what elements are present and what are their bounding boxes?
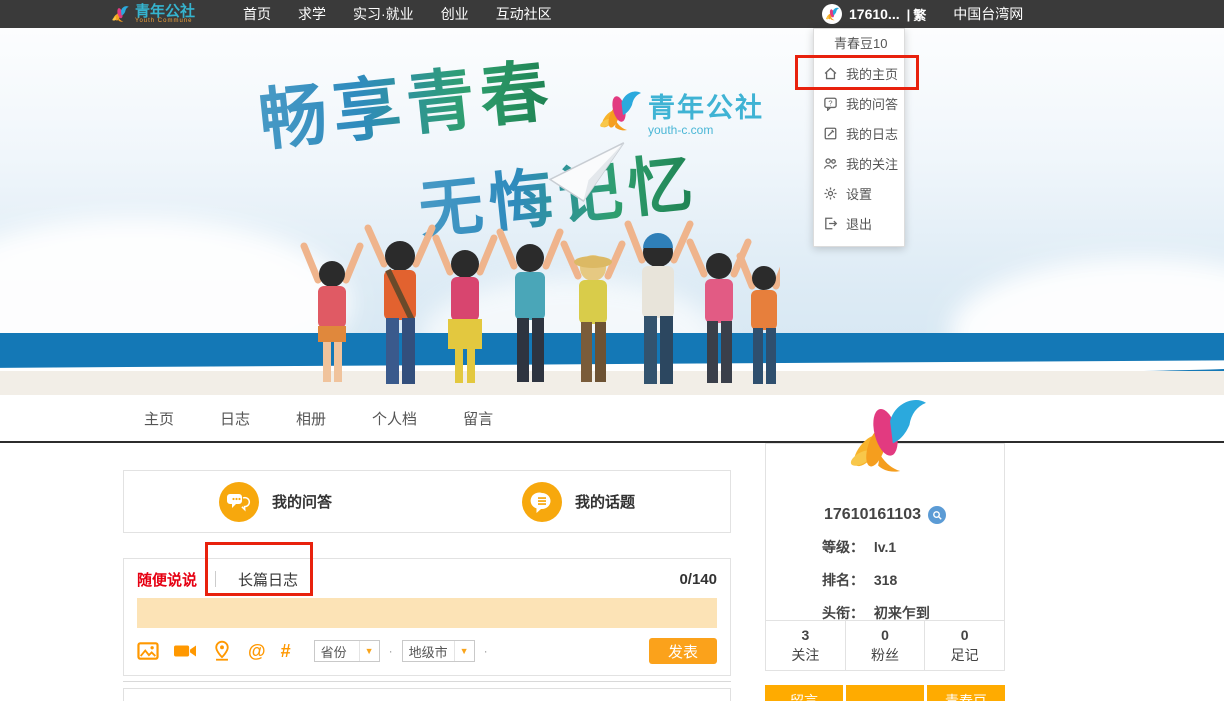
traditional-chinese-toggle[interactable]: 繁: [913, 5, 926, 24]
composer-tab-casual[interactable]: 随便说说: [137, 569, 197, 590]
banner-brand-logo: 青年公社 youth-c.com: [594, 86, 764, 137]
nav-item-community[interactable]: 互动社区: [496, 4, 552, 24]
chevron-down-icon: ▼: [454, 641, 474, 661]
province-select[interactable]: 省份 ▼: [314, 640, 380, 662]
avatar-bird-icon: [824, 6, 840, 22]
topbar-username[interactable]: 17610...: [849, 6, 900, 22]
message-board-button[interactable]: 留言: [765, 685, 843, 701]
location-icon[interactable]: [211, 640, 233, 662]
tab-profile-file[interactable]: 个人档: [372, 408, 417, 429]
level-row: 等级： lv.1: [766, 537, 1004, 557]
publish-button[interactable]: 发表: [649, 638, 717, 664]
journal-icon: [823, 126, 838, 141]
lang-separator: |: [907, 7, 911, 22]
menu-item-settings[interactable]: 设置: [814, 178, 904, 208]
annotation-box-long-journal: [205, 542, 313, 596]
feature-links-card: 我的问答 我的话题: [123, 470, 731, 533]
user-avatar[interactable]: [822, 4, 842, 24]
banner-logo-domain: youth-c.com: [648, 123, 764, 137]
nav-item-internship-jobs[interactable]: 实习·就业: [353, 4, 414, 24]
my-topics-link[interactable]: 我的话题: [427, 471, 730, 532]
composer-toolbar: @ # 省份 ▼ · 地级市 ▼ · 发表: [137, 638, 717, 664]
annotation-box-my-homepage: [795, 55, 919, 90]
children-illustration: [300, 202, 780, 387]
dot-separator: ·: [389, 644, 393, 658]
my-qa-link[interactable]: 我的问答: [124, 471, 427, 532]
topic-bubble-icon: [522, 482, 562, 522]
banner-logo-title: 青年公社: [648, 86, 764, 125]
qa-bubbles-icon: [219, 482, 259, 522]
profile-action-buttons: 留言 青春豆: [765, 685, 1005, 701]
main-nav: 首页 求学 实习·就业 创业 互动社区: [243, 4, 552, 24]
rank-row: 排名： 318: [766, 570, 1004, 590]
profile-username-row: 17610161103: [766, 506, 1004, 524]
youth-points-button[interactable]: 青春豆: [927, 685, 1005, 701]
banner-headline-line1: 畅享青春: [254, 35, 559, 164]
follow-icon: [823, 156, 838, 171]
top-navigation-bar: 青年公社 Youth Commune 首页 求学 实习·就业 创业 互动社区 1…: [0, 0, 1224, 28]
portal-link-taiwan[interactable]: 中国台湾网: [953, 4, 1023, 24]
nav-item-study[interactable]: 求学: [298, 4, 326, 24]
search-user-icon[interactable]: [928, 506, 946, 524]
youth-points-label: 青春豆10: [814, 29, 904, 58]
at-mention-icon[interactable]: @: [248, 640, 266, 662]
profile-tab-bar: 主页 日志 相册 个人档 留言: [0, 395, 1224, 443]
composer-text-input[interactable]: [137, 598, 717, 628]
nav-item-startup[interactable]: 创业: [441, 4, 469, 24]
paper-plane-icon: [544, 141, 634, 212]
chevron-down-icon: ▼: [359, 641, 379, 661]
hashtag-icon[interactable]: #: [281, 640, 291, 662]
profile-avatar-bird: [838, 390, 933, 482]
nav-item-home[interactable]: 首页: [243, 4, 271, 24]
brand-bird-icon: [110, 4, 130, 24]
city-select[interactable]: 地级市 ▼: [402, 640, 475, 662]
tab-message-board[interactable]: 留言: [463, 408, 493, 429]
profile-stats-row: 3 关注 0 粉丝 0 足记: [766, 620, 1004, 670]
image-icon[interactable]: [137, 640, 159, 662]
stat-followers[interactable]: 0 粉丝: [845, 621, 925, 670]
menu-item-my-journal[interactable]: 我的日志: [814, 118, 904, 148]
page: 青年公社 Youth Commune 首页 求学 实习·就业 创业 互动社区 1…: [0, 0, 1224, 701]
menu-item-logout[interactable]: 退出: [814, 208, 904, 238]
logout-icon: [823, 216, 838, 231]
site-logo-subtitle: Youth Commune: [135, 18, 195, 24]
menu-item-my-follows[interactable]: 我的关注: [814, 148, 904, 178]
profile-username: 17610161103: [824, 506, 921, 524]
feed-card-clipped: [123, 688, 731, 701]
stat-following[interactable]: 3 关注: [766, 621, 845, 670]
site-logo[interactable]: 青年公社 Youth Commune: [110, 4, 195, 24]
tab-journal[interactable]: 日志: [220, 408, 250, 429]
char-counter: 0/140: [679, 571, 717, 588]
menu-item-my-qa[interactable]: 我的问答: [814, 88, 904, 118]
brand-bird-icon: [594, 86, 644, 136]
tab-home[interactable]: 主页: [144, 408, 174, 429]
section-divider: [123, 681, 731, 682]
video-icon[interactable]: [174, 640, 196, 662]
qa-icon: [823, 96, 838, 111]
stat-footprints[interactable]: 0 足记: [924, 621, 1004, 670]
hero-banner: 畅享青春 无悔记忆 青年公社 youth-c.com: [0, 28, 1224, 395]
site-logo-title: 青年公社: [135, 5, 195, 18]
settings-icon: [823, 186, 838, 201]
dot-separator: ·: [484, 644, 488, 658]
topbar-user-area: 17610... | 繁 中国台湾网: [822, 0, 1023, 28]
middle-action-button[interactable]: [846, 685, 924, 701]
tab-album[interactable]: 相册: [296, 408, 326, 429]
